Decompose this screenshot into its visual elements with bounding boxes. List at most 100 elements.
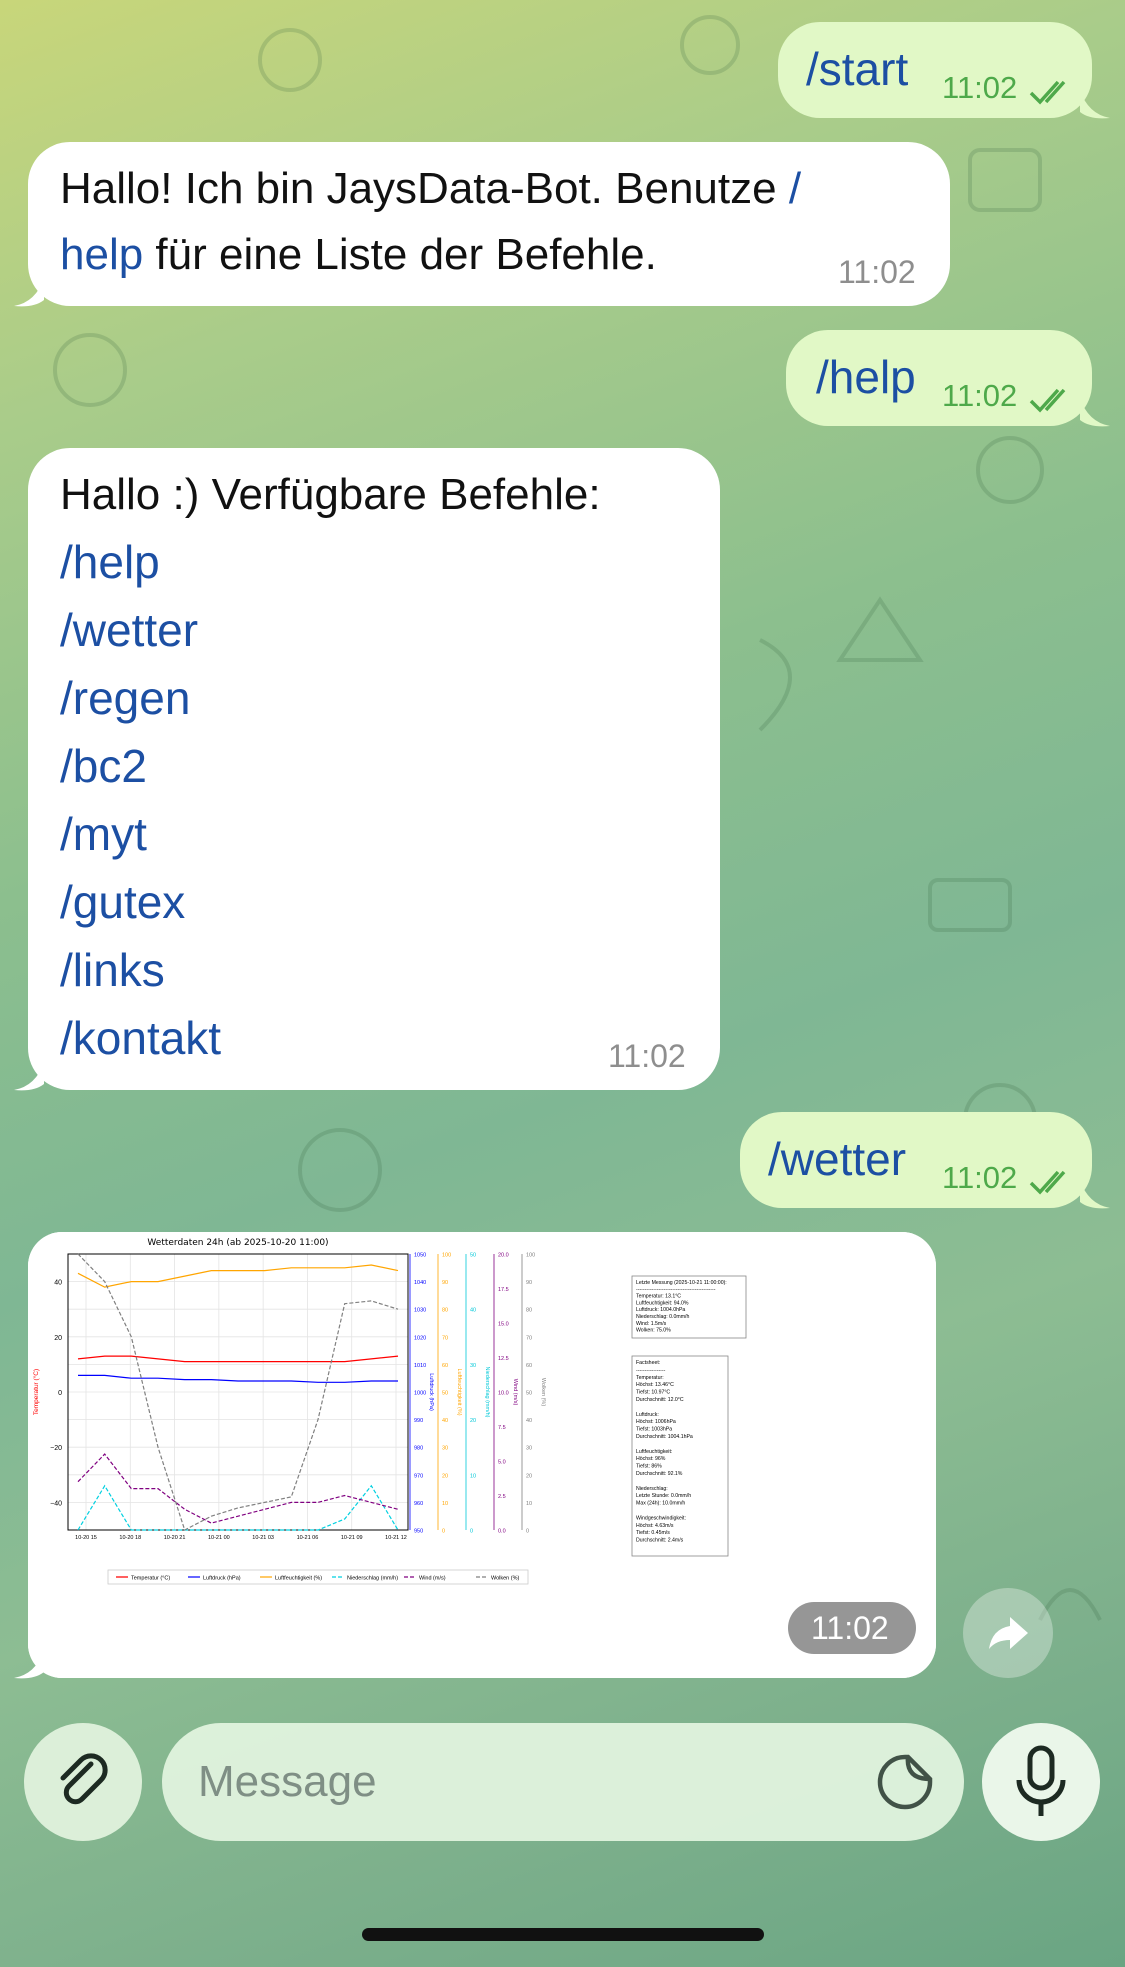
humidity-tick-label: 60 [442,1363,448,1369]
command-help-link[interactable]: /help [60,528,221,596]
bubble-tail [1080,1180,1110,1209]
wind-tick-label: 17.5 [498,1287,509,1293]
double-check-icon [1029,1170,1066,1195]
temperature-tick-label: 40 [54,1280,62,1287]
humidity-tick-label: 100 [442,1253,451,1259]
message-time: 11:02 [942,378,1018,413]
command-wetter-link[interactable]: /wetter [60,596,221,664]
last-measurement-line: Temperatur: 13.1°C [636,1294,681,1300]
humidity-tick-label: 30 [442,1446,448,1452]
pressure-tick-label: 990 [414,1418,423,1424]
image-time-badge: 11:02 [788,1602,916,1654]
clouds-tick-label: 30 [526,1446,532,1452]
bubble-tail [14,1650,44,1679]
humidity-tick-label: 0 [442,1529,445,1535]
factsheet-line: Temperatur: [636,1375,664,1381]
temperature-tick-label: 0 [58,1390,62,1397]
attach-button[interactable] [24,1723,142,1841]
pressure-axis-label: Luftdruck (hPa) [428,1373,434,1411]
humidity-axis-label: Luftfeuchtigkeit (%) [456,1368,462,1415]
clouds-tick-label: 40 [526,1418,532,1424]
legend-label: Wind (m/s) [419,1576,446,1582]
voice-record-button[interactable] [982,1723,1100,1841]
message-input[interactable]: Message [162,1723,964,1841]
outgoing-message-wetter[interactable]: /wetter 11:02 [740,1112,1092,1208]
factsheet-line: Höchst: 4.63m/s [636,1523,674,1529]
pressure-tick-label: 970 [414,1473,423,1479]
commands-list: /help /wetter /regen /bc2 /myt /gutex /l… [60,528,221,1072]
factsheet-line: Höchst: 1006hPa [636,1419,676,1425]
last-measurement-line: ----------------------------------------… [636,1287,716,1293]
message-text: Hallo! Ich bin JaysData-Bot. Benutze / h… [60,164,802,279]
precipitation-tick-label: 30 [470,1363,476,1369]
factsheet-line: Durchschnitt: 2.4m/s [636,1538,684,1544]
message-text[interactable]: /help [816,350,916,404]
factsheet-line: Max (24h): 10.0mm/h [636,1501,685,1507]
x-tick-label: 10-20 18 [119,1535,141,1541]
temperature-tick-label: −40 [50,1500,62,1507]
clouds-tick-label: 20 [526,1473,532,1479]
pressure-tick-label: 1000 [414,1391,426,1397]
command-links-link[interactable]: /links [60,936,221,1004]
factsheet-line: Tiefst: 0.45m/s [636,1530,670,1536]
forward-icon [989,1617,1028,1649]
outgoing-message-help[interactable]: /help 11:02 [786,330,1092,426]
message-text[interactable]: /start [806,42,908,96]
help-command-link-continued[interactable]: help [60,230,143,279]
incoming-message-welcome[interactable]: Hallo! Ich bin JaysData-Bot. Benutze / h… [28,142,950,306]
wind-tick-label: 7.5 [498,1425,506,1431]
x-tick-label: 10-21 06 [297,1535,319,1541]
clouds-tick-label: 90 [526,1280,532,1286]
wind-tick-label: 0.0 [498,1529,506,1535]
outgoing-message-start[interactable]: /start 11:02 [778,22,1092,118]
factsheet-line: Windgeschwindigkeit: [636,1515,686,1521]
command-myt-link[interactable]: /myt [60,800,221,868]
command-regen-link[interactable]: /regen [60,664,221,732]
factsheet-line: Durchschnitt: 1004.1hPa [636,1434,693,1440]
legend-label: Niederschlag (mm/h) [347,1576,398,1582]
x-tick-label: 10-21 09 [341,1535,363,1541]
chart-title: Wetterdaten 24h (ab 2025-10-20 11:00) [147,1238,328,1248]
last-measurement-line: Wolken: 75.0% [636,1328,671,1334]
factsheet-line: Höchst: 13.46°C [636,1382,674,1388]
clouds-axis-label: Wolken (%) [540,1378,546,1406]
temperature-axis-label: Temperatur (°C) [32,1369,40,1415]
help-command-link[interactable]: / [789,164,801,213]
paperclip-icon [60,1753,108,1805]
legend-label: Luftfeuchtigkeit (%) [275,1576,322,1582]
message-text[interactable]: /wetter [768,1132,906,1186]
clouds-tick-label: 60 [526,1363,532,1369]
clouds-tick-label: 100 [526,1253,535,1259]
wind-tick-label: 15.0 [498,1322,509,1328]
bubble-tail [1080,398,1110,427]
last-measurement-line: Niederschlag: 0.0mm/h [636,1314,689,1320]
temperature-tick-label: 20 [54,1335,62,1342]
precipitation-tick-label: 10 [470,1473,476,1479]
sticker-icon[interactable] [876,1753,934,1811]
precipitation-tick-label: 40 [470,1308,476,1314]
clouds-tick-label: 80 [526,1308,532,1314]
pressure-tick-label: 1030 [414,1308,426,1314]
x-tick-label: 10-20 15 [75,1535,97,1541]
clouds-tick-label: 50 [526,1391,532,1397]
pressure-tick-label: 980 [414,1446,423,1452]
message-placeholder: Message [198,1757,377,1806]
wind-tick-label: 12.5 [498,1356,509,1362]
command-bc2-link[interactable]: /bc2 [60,732,221,800]
factsheet-line: Durchschnitt: 12.0°C [636,1397,684,1403]
last-measurement-line: Luftdruck: 1004.0hPa [636,1307,685,1313]
clouds-tick-label: 70 [526,1335,532,1341]
command-gutex-link[interactable]: /gutex [60,868,221,936]
forward-button[interactable] [963,1588,1053,1678]
precipitation-axis-label: Niederschlag (mm/h) [484,1366,490,1417]
microphone-icon [1016,1745,1066,1816]
pressure-tick-label: 1040 [414,1280,426,1286]
commands-heading: Hallo :) Verfügbare Befehle: [60,470,601,519]
command-kontakt-link[interactable]: /kontakt [60,1004,221,1072]
pressure-tick-label: 950 [414,1529,423,1535]
wind-tick-label: 2.5 [498,1494,506,1500]
incoming-message-weather-image[interactable]: Wetterdaten 24h (ab 2025-10-20 11:00) 10-… [28,1232,936,1678]
humidity-tick-label: 50 [442,1391,448,1397]
message-time: 11:02 [838,254,916,290]
incoming-message-commands[interactable]: Hallo :) Verfügbare Befehle: /help /wett… [28,448,720,1090]
